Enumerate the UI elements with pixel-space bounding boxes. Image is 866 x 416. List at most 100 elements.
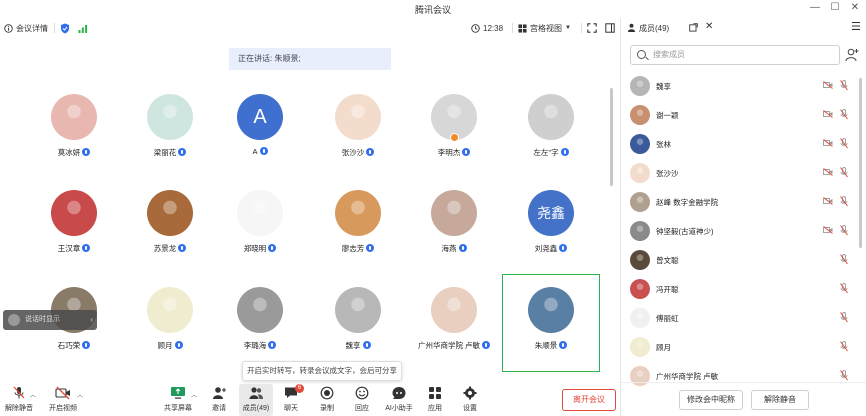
participant-name: 朱顺景 xyxy=(534,341,558,350)
chevron-up-icon[interactable]: ︿ xyxy=(30,390,36,399)
react-button[interactable]: 回应 xyxy=(345,384,379,416)
participant-tile[interactable]: 梁丽花 xyxy=(122,88,218,178)
members-button[interactable]: 成员(49) xyxy=(239,384,273,416)
participant-tile[interactable]: 李璐海 xyxy=(212,281,308,371)
participant-tile[interactable]: 廖志芳 xyxy=(310,184,406,274)
participant-tile[interactable]: 广州华商学院 卢敏 xyxy=(406,281,502,371)
member-list-scrollbar[interactable] xyxy=(859,78,862,248)
settings-label: 设置 xyxy=(463,405,477,412)
search-icon xyxy=(637,50,646,59)
caption-toggle[interactable]: 说话时显示 ‹ xyxy=(3,310,97,330)
mic-muted-icon[interactable] xyxy=(840,109,848,120)
member-row[interactable]: 谢一颖 xyxy=(621,101,853,129)
member-search-input[interactable]: 搜索成员 xyxy=(630,45,840,65)
chat-button[interactable]: 6 聊天 xyxy=(274,384,308,416)
participant-tile[interactable]: 张沙沙 xyxy=(310,88,406,178)
mic-status-icon xyxy=(366,244,375,252)
invite-button[interactable]: 邀请 xyxy=(202,384,236,416)
participant-avatar xyxy=(147,94,193,140)
mic-muted-icon[interactable] xyxy=(840,283,848,294)
participant-tile[interactable]: 莫冰妍 xyxy=(26,88,122,178)
member-row[interactable]: 钟坚毅(古道神少) xyxy=(621,217,853,245)
member-row[interactable]: 顾月 xyxy=(621,333,853,361)
participant-name: 魏享 xyxy=(345,341,361,350)
mic-muted-icon[interactable] xyxy=(840,341,848,352)
member-row[interactable]: 张沙沙 xyxy=(621,159,853,187)
unmute-all-button[interactable]: 解除静音 xyxy=(751,390,809,410)
leave-meeting-button[interactable]: 离开会议 xyxy=(562,389,616,411)
unmute-button[interactable]: 解除静音 xyxy=(2,384,36,416)
shield-icon[interactable] xyxy=(60,20,70,36)
member-row[interactable]: 傅丽虹 xyxy=(621,304,853,332)
participant-tile[interactable]: 尧鑫 刘尧鑫 xyxy=(503,184,599,274)
member-row[interactable]: 曾文聪 xyxy=(621,246,853,274)
meeting-info-button[interactable]: 会议详情 xyxy=(4,20,48,36)
participant-avatar: A xyxy=(237,94,283,140)
participant-name: 左左"字 xyxy=(533,148,559,157)
member-avatar xyxy=(630,105,650,125)
fullscreen-icon[interactable] xyxy=(587,20,597,36)
mic-muted-icon[interactable] xyxy=(840,312,848,323)
mic-muted-icon[interactable] xyxy=(840,138,848,149)
participant-tile[interactable]: 王汉章 xyxy=(26,184,122,274)
mic-muted-icon[interactable] xyxy=(840,370,848,381)
member-name: 魏享 xyxy=(656,82,671,91)
member-row[interactable]: 冯开聪 xyxy=(621,275,853,303)
ai-assistant-button[interactable]: AI小助手 xyxy=(380,384,418,416)
mic-muted-icon[interactable] xyxy=(840,196,848,207)
member-row[interactable]: 张林 xyxy=(621,130,853,158)
add-person-icon[interactable] xyxy=(845,48,859,62)
menu-icon[interactable]: ☰ xyxy=(851,20,861,33)
record-button[interactable]: 录制 xyxy=(310,384,344,416)
chevron-up-icon[interactable]: ︿ xyxy=(191,390,197,399)
top-toolbar: 会议详情 12:38 宫格视图 ▼ xyxy=(0,18,620,38)
mic-muted-icon[interactable] xyxy=(840,225,848,236)
mic-muted-icon[interactable] xyxy=(840,167,848,178)
member-name: 广州华商学院 卢敏 xyxy=(656,372,719,381)
apps-button[interactable]: 应用 xyxy=(418,384,452,416)
share-screen-button[interactable]: 共享屏幕 xyxy=(161,384,195,416)
chevron-up-icon[interactable]: ︿ xyxy=(77,390,83,399)
transcription-hint: 开启实时转写，转录会议成文字，会后可分享 xyxy=(242,361,402,381)
participant-avatar xyxy=(335,190,381,236)
participant-name: 莫冰妍 xyxy=(57,148,81,157)
participant-name-row: 张沙沙 xyxy=(310,147,406,158)
video-button[interactable]: 开启视频 xyxy=(46,384,80,416)
participant-avatar xyxy=(528,94,574,140)
participant-tile[interactable]: 郑晓明 xyxy=(212,184,308,274)
participant-tile[interactable]: 李明杰 xyxy=(406,88,502,178)
mic-muted-icon[interactable] xyxy=(840,254,848,265)
layout-panel-icon[interactable] xyxy=(605,20,615,36)
participant-tile[interactable]: 顾月 xyxy=(122,281,218,371)
member-row[interactable]: 赵峰 数字金融学院 xyxy=(621,188,853,216)
settings-button[interactable]: 设置 xyxy=(453,384,487,416)
apps-icon xyxy=(429,387,441,399)
close-panel-icon[interactable]: ✕ xyxy=(705,21,713,32)
participant-name-row: 魏享 xyxy=(310,340,406,351)
participant-name: 海燕 xyxy=(441,244,457,253)
participant-tile[interactable]: AA xyxy=(212,88,308,178)
minimize-icon[interactable]: — xyxy=(808,1,822,15)
participant-tile[interactable]: 魏享 xyxy=(310,281,406,371)
participant-tile[interactable]: 朱顺景 xyxy=(502,274,600,372)
rename-button[interactable]: 修改会中昵称 xyxy=(679,390,743,410)
member-name: 顾月 xyxy=(656,343,671,352)
view-switch-button[interactable]: 宫格视图 ▼ xyxy=(518,20,571,36)
chat-badge: 6 xyxy=(295,384,304,393)
apps-label: 应用 xyxy=(428,405,442,412)
maximize-icon[interactable]: ☐ xyxy=(828,1,842,15)
grid-scrollbar[interactable] xyxy=(610,88,613,186)
popout-icon[interactable] xyxy=(689,23,698,32)
mic-muted-icon[interactable] xyxy=(840,80,848,91)
participant-name: 李明杰 xyxy=(437,148,461,157)
participant-tile[interactable]: 左左"字 xyxy=(503,88,599,178)
participant-avatar xyxy=(237,287,283,333)
close-icon[interactable]: ✕ xyxy=(848,1,862,15)
signal-icon[interactable] xyxy=(78,20,88,36)
member-search-placeholder: 搜索成员 xyxy=(653,50,685,59)
caption-icon xyxy=(8,314,20,326)
participant-tile[interactable]: 苏景龙 xyxy=(122,184,218,274)
chevron-left-icon[interactable]: ‹ xyxy=(90,310,93,330)
member-row[interactable]: 魏享 xyxy=(621,72,853,100)
participant-tile[interactable]: 海燕 xyxy=(406,184,502,274)
